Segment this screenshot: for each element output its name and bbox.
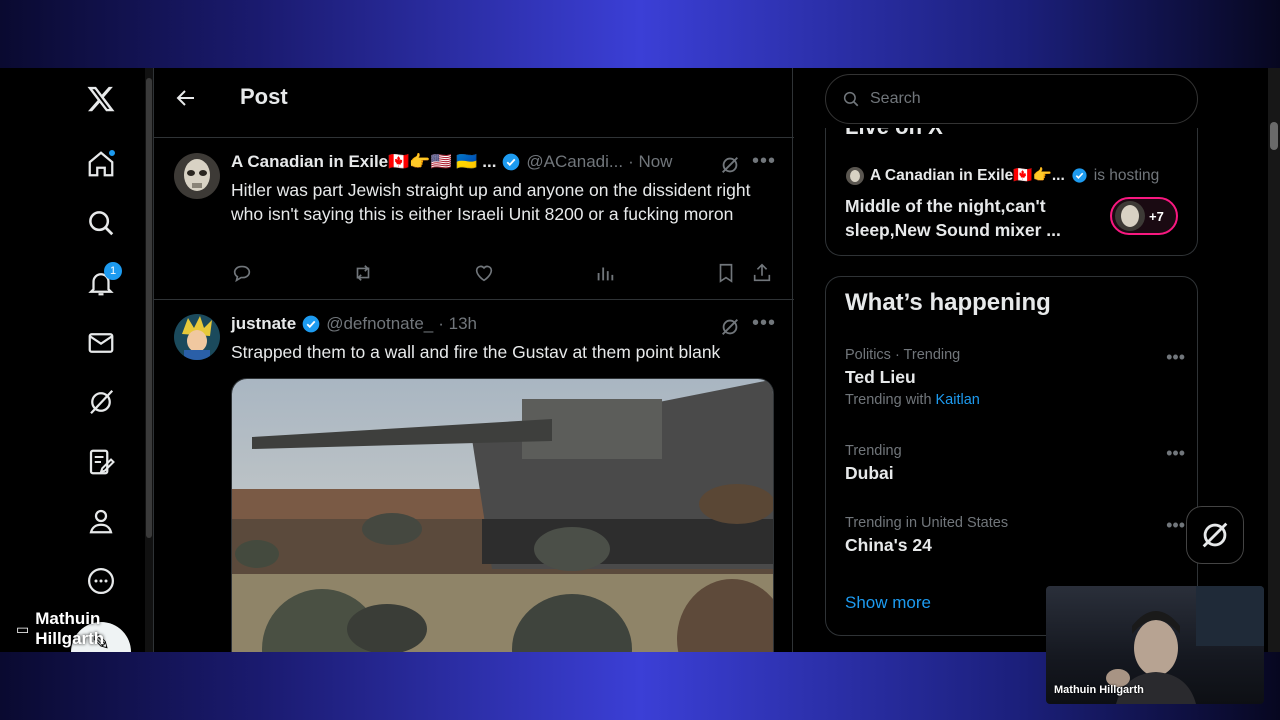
panel-title: What’s happening xyxy=(845,289,1051,316)
trend-item[interactable]: Trending in United States China's 24 ••• xyxy=(845,515,1185,556)
trend-related: Trending with Kaitlan xyxy=(845,392,1185,408)
explore-search-icon[interactable] xyxy=(82,204,120,242)
verified-badge-icon xyxy=(503,153,520,171)
verified-badge-icon xyxy=(302,315,320,333)
tweet-1[interactable]: A Canadian in Exile🇨🇦👉🇺🇸 🇺🇦 ... @ACanadi… xyxy=(154,138,794,300)
tweet-header: justnate @defnotnate_ · 13h xyxy=(231,314,477,334)
live-on-x-card[interactable]: Live on X A Canadian in Exile🇨🇦👉... is h… xyxy=(825,128,1198,256)
share-icon[interactable] xyxy=(751,262,773,284)
notifications-bell-icon[interactable]: 1 xyxy=(82,262,122,302)
host-name[interactable]: A Canadian in Exile🇨🇦👉... xyxy=(870,166,1065,185)
left-scrollbar-thumb[interactable] xyxy=(146,78,152,538)
verified-badge-icon xyxy=(1072,168,1087,183)
avatar[interactable] xyxy=(174,314,220,360)
trend-name: Dubai xyxy=(845,463,894,483)
profile-person-icon[interactable] xyxy=(82,502,120,540)
tweet-text: Strapped them to a wall and fire the Gus… xyxy=(231,342,721,362)
whats-happening-panel: What’s happening Politics · Trending Ted… xyxy=(825,276,1198,636)
author-name[interactable]: A Canadian in Exile🇨🇦👉🇺🇸 🇺🇦 ... xyxy=(231,152,496,172)
live-listeners-pill[interactable]: +7 xyxy=(1110,197,1178,235)
notifications-badge: 1 xyxy=(104,262,122,280)
reply-icon[interactable] xyxy=(231,262,253,284)
x-logo-icon[interactable] xyxy=(82,80,120,118)
show-more-link[interactable]: Show more xyxy=(845,593,931,613)
more-options-icon[interactable]: ••• xyxy=(752,312,776,335)
trend-related-link[interactable]: Kaitlan xyxy=(936,392,980,408)
host-suffix: is hosting xyxy=(1093,166,1160,184)
search-placeholder: Search xyxy=(870,90,921,107)
search-icon xyxy=(843,91,859,107)
tweet-text: Hitler was part Jewish straight up and a… xyxy=(231,180,751,224)
live-section-title: Live on X xyxy=(845,128,943,140)
trend-name: Ted Lieu xyxy=(845,367,916,387)
trend-more-icon[interactable]: ••• xyxy=(1166,443,1185,464)
trend-more-icon[interactable]: ••• xyxy=(1166,515,1185,536)
home-unread-dot xyxy=(108,149,116,157)
grok-floating-button[interactable] xyxy=(1186,506,1244,564)
trend-item[interactable]: Politics · Trending Ted Lieu Trending wi… xyxy=(845,347,1185,408)
compose-notes-icon[interactable] xyxy=(82,443,120,481)
views-chart-icon[interactable] xyxy=(594,262,616,284)
avatar[interactable] xyxy=(174,153,220,199)
more-options-icon[interactable]: ••• xyxy=(752,150,776,173)
trend-category: Trending in United States xyxy=(845,515,1009,531)
monitor-icon: ▭ xyxy=(16,620,30,637)
webcam-overlay: Mathuin Hillgarth xyxy=(1046,586,1264,704)
host-avatar xyxy=(846,166,864,185)
right-scrollbar[interactable] xyxy=(1268,68,1280,652)
trend-more-icon[interactable]: ••• xyxy=(1166,347,1185,368)
trend-category: Politics · Trending xyxy=(845,347,961,363)
tweet-actions xyxy=(231,262,771,286)
listener-avatar xyxy=(1115,201,1145,231)
trend-item[interactable]: Trending Dubai ••• xyxy=(845,443,1185,484)
live-description[interactable]: Middle of the night,can't sleep,New Soun… xyxy=(845,194,1095,242)
post-header: Post xyxy=(154,68,794,138)
author-handle[interactable]: @ACanadi... xyxy=(526,152,623,172)
main-column: Post A Canadian in Exile🇨🇦👉🇺🇸 🇺🇦 ... @AC… xyxy=(153,68,794,652)
tweet-image[interactable] xyxy=(231,378,774,652)
app-window: 1 ✎ ▭ Mathuin Hillgarth Post A Canadian … xyxy=(0,68,1280,652)
like-heart-icon[interactable] xyxy=(473,262,495,284)
search-input[interactable]: Search xyxy=(825,74,1198,124)
author-handle[interactable]: @defnotnate_ xyxy=(326,314,433,334)
grok-icon[interactable] xyxy=(82,383,120,421)
left-nav: 1 ✎ ▭ Mathuin Hillgarth xyxy=(0,68,145,652)
stream-viewer-label: ▭ Mathuin Hillgarth xyxy=(16,609,145,649)
grok-explain-icon[interactable] xyxy=(719,154,741,176)
trend-category: Trending xyxy=(845,443,902,459)
tweet-time[interactable]: · 13h xyxy=(438,314,477,334)
back-arrow-icon[interactable] xyxy=(174,86,198,110)
viewer-name: Mathuin Hillgarth xyxy=(35,609,105,648)
home-icon[interactable] xyxy=(82,145,120,183)
tweet-2[interactable]: justnate @defnotnate_ · 13h ••• Strapped… xyxy=(154,300,794,652)
messages-envelope-icon[interactable] xyxy=(82,324,120,362)
live-host-row: A Canadian in Exile🇨🇦👉... is hosting xyxy=(846,166,1159,185)
author-name[interactable]: justnate xyxy=(231,314,296,334)
right-scrollbar-thumb[interactable] xyxy=(1270,122,1278,150)
webcam-name-label: Mathuin Hillgarth xyxy=(1054,684,1144,696)
repost-icon[interactable] xyxy=(352,262,374,284)
trend-name: China's 24 xyxy=(845,535,932,555)
tweet-header: A Canadian in Exile🇨🇦👉🇺🇸 🇺🇦 ... @ACanadi… xyxy=(231,152,672,172)
page-title: Post xyxy=(240,84,288,109)
grok-icon xyxy=(1202,522,1228,548)
more-circle-icon[interactable] xyxy=(82,562,120,600)
tweet-time[interactable]: · Now xyxy=(628,152,672,172)
bookmark-icon[interactable] xyxy=(715,262,737,284)
trend-with-label: Trending with xyxy=(845,392,932,408)
listener-count: +7 xyxy=(1149,208,1164,224)
grok-explain-icon[interactable] xyxy=(719,316,741,338)
